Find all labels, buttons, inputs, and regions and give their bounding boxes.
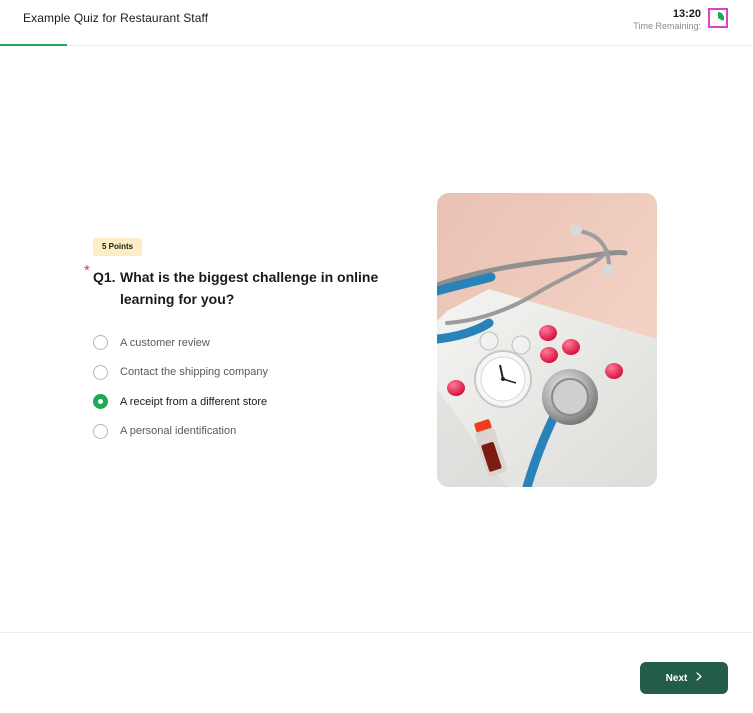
chevron-right-icon <box>696 672 702 684</box>
quiz-title: Example Quiz for Restaurant Staff <box>23 11 209 25</box>
question-image <box>437 193 657 487</box>
progress-bar <box>0 44 753 46</box>
answer-options: A customer review Contact the shipping c… <box>93 328 393 446</box>
option-3[interactable]: A receipt from a different store <box>93 387 393 417</box>
radio-button[interactable] <box>93 364 108 380</box>
option-2[interactable]: Contact the shipping company <box>93 358 393 388</box>
pie-timer-icon <box>708 8 728 28</box>
option-label: A customer review <box>120 336 210 349</box>
option-label: Contact the shipping company <box>120 366 268 379</box>
next-button-label: Next <box>665 672 688 684</box>
timer-label: Time Remaining: <box>633 21 701 31</box>
question-text: What is the biggest challenge in online … <box>120 269 379 307</box>
option-label: A receipt from a different store <box>120 395 268 408</box>
timer: 13:20 Time Remaining: <box>633 8 701 32</box>
quiz-footer: Next <box>0 632 753 713</box>
radio-button[interactable] <box>93 423 108 439</box>
quiz-header: Example Quiz for Restaurant Staff 13:20 … <box>0 0 753 46</box>
radio-button[interactable] <box>93 335 108 351</box>
timer-value: 13:20 <box>672 8 701 20</box>
next-button[interactable]: Next <box>640 662 728 694</box>
medical-photo <box>437 193 657 487</box>
option-label: A personal identification <box>120 425 237 438</box>
required-marker: * <box>84 262 90 279</box>
option-4[interactable]: A personal identification <box>93 417 393 447</box>
question-number: Q1. <box>93 269 116 285</box>
points-badge: 5 Points <box>93 238 143 256</box>
progress-fill <box>0 44 68 46</box>
radio-button[interactable] <box>93 394 108 410</box>
option-1[interactable]: A customer review <box>93 328 393 358</box>
